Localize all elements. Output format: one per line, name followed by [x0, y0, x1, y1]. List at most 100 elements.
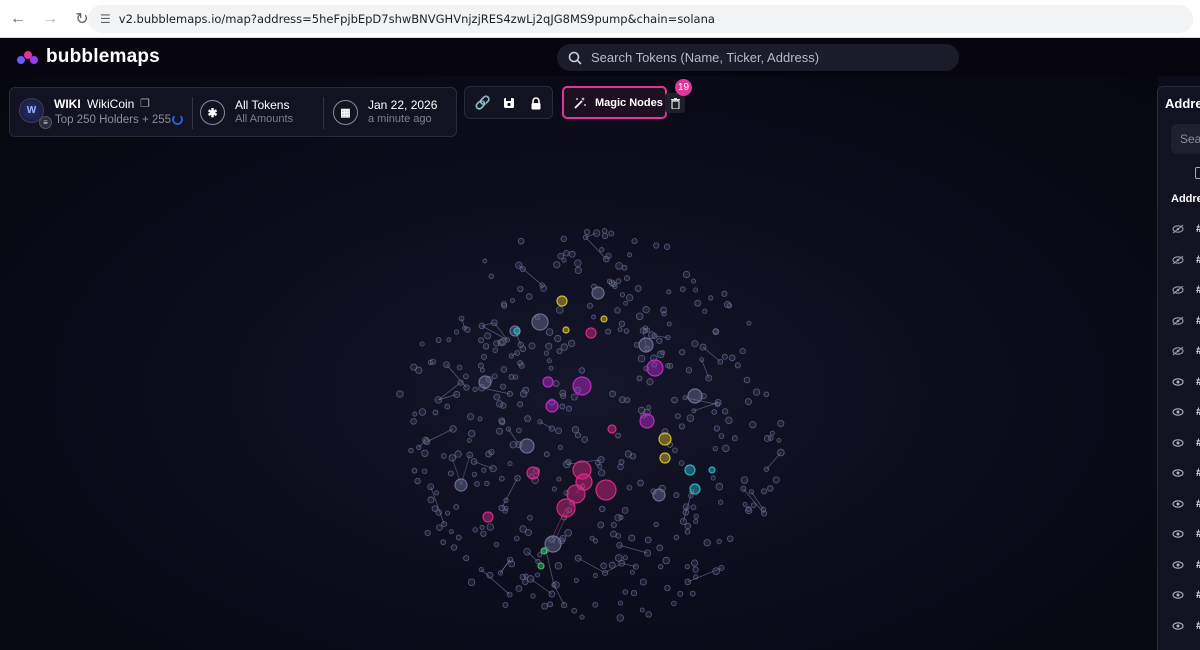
- holder-bubble[interactable]: [658, 564, 664, 570]
- eye-off-icon[interactable]: [1172, 224, 1184, 236]
- holder-bubble[interactable]: [434, 396, 443, 404]
- holder-bubble[interactable]: [656, 337, 663, 344]
- holder-bubble[interactable]: [684, 564, 690, 570]
- holder-bubble[interactable]: [637, 479, 644, 487]
- holder-bubble[interactable]: [424, 529, 431, 537]
- holder-bubble[interactable]: [667, 362, 674, 369]
- holder-bubble[interactable]: [643, 549, 652, 557]
- holder-bubble[interactable]: [772, 476, 780, 484]
- holder-bubble[interactable]: [482, 343, 490, 350]
- holder-bubble[interactable]: [458, 315, 465, 322]
- holder-bubble[interactable]: [453, 390, 461, 398]
- select-all-checkbox[interactable]: [1195, 167, 1200, 179]
- holder-bubble[interactable]: [592, 538, 598, 544]
- holder-bubble[interactable]: [622, 555, 628, 561]
- address-row[interactable]: #: [1158, 459, 1200, 489]
- holder-bubble[interactable]: [634, 285, 642, 292]
- magic-nodes-button[interactable]: Magic Nodes: [562, 86, 667, 119]
- holder-bubble[interactable]: [639, 578, 647, 586]
- holder-bubble[interactable]: [471, 471, 478, 477]
- holder-bubble[interactable]: [440, 453, 447, 459]
- holder-bubble[interactable]: [739, 348, 746, 355]
- holder-bubble[interactable]: [506, 591, 513, 598]
- holder-bubble[interactable]: [599, 505, 606, 513]
- holder-bubble[interactable]: [648, 331, 656, 339]
- holder-bubble[interactable]: [722, 444, 730, 453]
- holder-bubble[interactable]: [621, 507, 629, 514]
- holder-bubble[interactable]: [629, 452, 637, 460]
- holder-bubble[interactable]: [562, 326, 570, 334]
- holder-bubble[interactable]: [653, 242, 660, 249]
- holder-bubble[interactable]: [478, 375, 492, 389]
- holder-bubble[interactable]: [502, 601, 509, 608]
- forward-icon[interactable]: →: [36, 5, 64, 33]
- holder-bubble[interactable]: [571, 607, 578, 614]
- holder-bubble[interactable]: [615, 262, 623, 270]
- holder-bubble[interactable]: [448, 454, 456, 462]
- holder-bubble[interactable]: [630, 589, 638, 597]
- holder-bubble[interactable]: [603, 255, 610, 263]
- holder-bubble[interactable]: [468, 429, 476, 438]
- search-input[interactable]: [591, 50, 951, 65]
- holder-bubble[interactable]: [571, 425, 580, 434]
- holder-bubble[interactable]: [749, 421, 757, 429]
- holder-bubble[interactable]: [646, 359, 664, 377]
- holder-bubble[interactable]: [427, 483, 435, 491]
- holder-bubble[interactable]: [615, 432, 621, 439]
- holder-bubble[interactable]: [563, 250, 570, 257]
- holder-bubble[interactable]: [646, 378, 654, 386]
- holder-bubble[interactable]: [526, 575, 535, 583]
- holder-bubble[interactable]: [666, 321, 672, 327]
- holder-bubble[interactable]: [714, 401, 721, 408]
- address-row[interactable]: #: [1158, 215, 1200, 245]
- holder-bubble[interactable]: [699, 343, 707, 351]
- holder-bubble[interactable]: [480, 353, 487, 360]
- holder-bubble[interactable]: [466, 451, 474, 459]
- holder-bubble[interactable]: [633, 342, 640, 348]
- holder-bubble[interactable]: [555, 306, 564, 314]
- address-row[interactable]: #: [1158, 429, 1200, 459]
- holder-bubble[interactable]: [492, 347, 498, 353]
- holder-bubble[interactable]: [639, 607, 645, 613]
- holder-bubble[interactable]: [486, 571, 494, 579]
- address-row[interactable]: #: [1158, 337, 1200, 367]
- holder-bubble[interactable]: [682, 270, 691, 279]
- holder-bubble[interactable]: [721, 353, 728, 360]
- holder-bubble[interactable]: [685, 367, 693, 374]
- holder-bubble[interactable]: [740, 485, 747, 492]
- holder-bubble[interactable]: [678, 460, 685, 466]
- holder-bubble[interactable]: [524, 415, 532, 423]
- holder-bubble[interactable]: [643, 325, 648, 331]
- asterisk-icon[interactable]: ✱: [200, 100, 225, 125]
- holder-bubble[interactable]: [443, 361, 450, 369]
- holder-bubble[interactable]: [638, 337, 654, 353]
- holder-bubble[interactable]: [748, 489, 754, 495]
- holder-bubble[interactable]: [601, 228, 608, 234]
- address-bar[interactable]: ☰ v2.bubblemaps.io/map?address=5heFpjbEp…: [88, 5, 1193, 33]
- holder-bubble[interactable]: [490, 319, 498, 327]
- holder-bubble[interactable]: [763, 434, 771, 442]
- eye-icon[interactable]: [1172, 499, 1184, 511]
- holder-bubble[interactable]: [585, 327, 597, 339]
- holder-bubble[interactable]: [560, 343, 568, 351]
- holder-bubble[interactable]: [692, 566, 699, 573]
- holder-bubble[interactable]: [627, 252, 632, 258]
- holder-bubble[interactable]: [644, 536, 652, 544]
- holder-bubble[interactable]: [543, 451, 550, 458]
- holder-bubble[interactable]: [659, 452, 671, 464]
- holder-bubble[interactable]: [500, 402, 507, 409]
- holder-bubble[interactable]: [684, 522, 691, 530]
- holder-bubble[interactable]: [679, 286, 686, 293]
- holder-bubble[interactable]: [556, 348, 563, 355]
- holder-bubble[interactable]: [693, 518, 699, 525]
- holder-bubble[interactable]: [665, 334, 671, 341]
- holder-bubble[interactable]: [472, 386, 478, 393]
- holder-bubble[interactable]: [519, 390, 528, 398]
- holder-bubble[interactable]: [673, 534, 680, 541]
- holder-bubble[interactable]: [684, 578, 691, 586]
- holder-bubble[interactable]: [660, 306, 667, 314]
- bubble-map-canvas[interactable]: [0, 76, 1158, 650]
- holder-bubble[interactable]: [716, 538, 722, 545]
- holder-bubble[interactable]: [718, 564, 725, 571]
- holder-bubble[interactable]: [479, 524, 485, 530]
